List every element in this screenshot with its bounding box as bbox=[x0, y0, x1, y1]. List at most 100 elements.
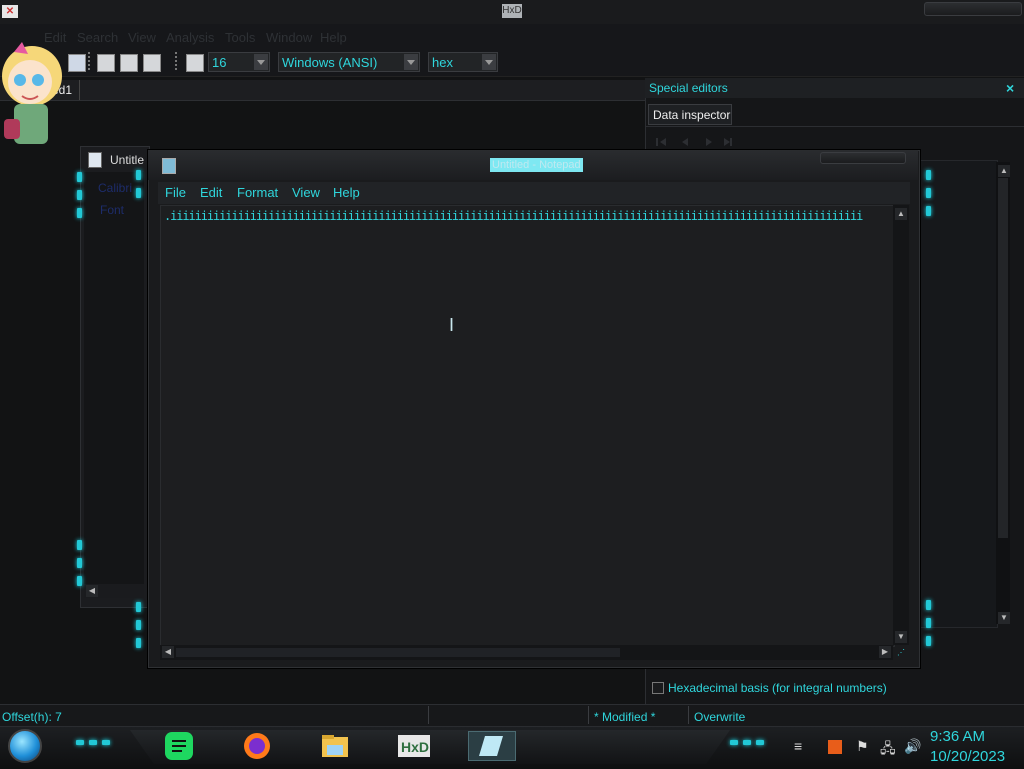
menu-help[interactable]: Help bbox=[333, 185, 360, 200]
notepad-icon[interactable] bbox=[468, 731, 516, 761]
hxd-statusbar bbox=[0, 704, 1024, 727]
volume-icon[interactable]: 🔊 bbox=[904, 738, 921, 755]
notepad-title: Untitled - Notepad bbox=[490, 158, 583, 172]
last-icon bbox=[730, 138, 732, 146]
bytes-per-row-select[interactable]: 16 bbox=[208, 52, 270, 72]
status-offset: Offset(h): 7 bbox=[2, 710, 62, 724]
document-icon bbox=[88, 152, 102, 168]
scroll-down-icon[interactable]: ▼ bbox=[895, 631, 907, 643]
menu-file[interactable]: File bbox=[165, 185, 186, 200]
menu-format[interactable]: Format bbox=[237, 185, 278, 200]
window-controls[interactable] bbox=[924, 2, 1022, 16]
notepad-content: .iiiiiiiiiiiiiiiiiiiiiiiiiiiiiiiiiiiiiii… bbox=[164, 209, 863, 223]
hxd-app-icon[interactable]: ✕ bbox=[2, 5, 18, 18]
tab-data-inspector[interactable]: Data inspector bbox=[648, 104, 732, 125]
taskbar-dock bbox=[130, 730, 730, 764]
menu-analysis[interactable]: Analysis bbox=[166, 30, 214, 45]
firefox-icon[interactable] bbox=[242, 731, 274, 761]
taskbar-glow bbox=[730, 740, 770, 746]
chevron-down-icon bbox=[404, 54, 418, 70]
frame-glow bbox=[926, 600, 931, 610]
bytes-per-row-value: 16 bbox=[212, 55, 227, 70]
background-window-client bbox=[84, 172, 144, 584]
status-mode: Overwrite bbox=[694, 710, 746, 724]
notepad-hscroll-thumb[interactable] bbox=[176, 648, 620, 657]
inspector-scroll-thumb[interactable] bbox=[998, 178, 1008, 538]
clock-time[interactable]: 9:36 AM bbox=[930, 728, 985, 745]
print-icon[interactable] bbox=[143, 54, 161, 72]
notepad-vscroll[interactable] bbox=[893, 205, 909, 645]
scroll-right-icon[interactable]: ▶ bbox=[879, 646, 891, 658]
frame-glow bbox=[926, 636, 931, 646]
toolbar-separator bbox=[88, 52, 90, 72]
font-link[interactable]: Font bbox=[100, 203, 124, 217]
hxd-icon[interactable]: HxD bbox=[398, 731, 430, 761]
chevron-down-icon bbox=[254, 54, 268, 70]
status-modified: * Modified * bbox=[594, 710, 656, 724]
inspector-nav bbox=[656, 138, 732, 146]
frame-glow bbox=[926, 188, 931, 198]
notepad-text-area[interactable] bbox=[160, 205, 895, 647]
spotify-icon[interactable] bbox=[164, 731, 196, 761]
offset-base-select[interactable]: hex bbox=[428, 52, 498, 72]
first-icon bbox=[656, 138, 658, 146]
file-explorer-icon[interactable] bbox=[320, 731, 352, 761]
first-icon bbox=[660, 138, 666, 146]
chevron-down-icon bbox=[482, 54, 496, 70]
frame-glow bbox=[136, 620, 141, 630]
hxd-window-title: HxD bbox=[502, 4, 522, 18]
last-icon bbox=[724, 138, 730, 146]
menu-edit[interactable]: Edit bbox=[200, 185, 222, 200]
resize-grip-icon[interactable]: ⋰ bbox=[897, 648, 907, 658]
frame-glow bbox=[77, 540, 82, 550]
menu-search[interactable]: Search bbox=[77, 30, 118, 45]
notepad-icon[interactable] bbox=[162, 158, 176, 174]
frame-glow bbox=[77, 576, 82, 586]
frame-glow bbox=[77, 172, 82, 182]
frame-glow bbox=[136, 188, 141, 198]
charset-select[interactable]: Windows (ANSI) bbox=[278, 52, 420, 72]
frame-glow bbox=[77, 558, 82, 568]
charset-value: Windows (ANSI) bbox=[282, 55, 378, 70]
menu-view[interactable]: View bbox=[128, 30, 156, 45]
svg-text:HxD: HxD bbox=[401, 739, 429, 755]
clock-date[interactable]: 10/20/2023 bbox=[930, 748, 1005, 765]
copy-icon[interactable] bbox=[97, 54, 115, 72]
notepad-window-controls[interactable] bbox=[820, 152, 906, 164]
previous-icon bbox=[682, 138, 688, 146]
close-icon[interactable]: × bbox=[1006, 80, 1014, 96]
menu-help[interactable]: Help bbox=[320, 30, 347, 45]
frame-glow bbox=[136, 170, 141, 180]
scroll-up-icon[interactable]: ▲ bbox=[998, 165, 1010, 177]
scroll-left-icon[interactable]: ◀ bbox=[86, 585, 98, 597]
flag-icon[interactable]: ⚑ bbox=[856, 738, 869, 755]
taskbar-glow bbox=[76, 740, 116, 746]
frame-glow bbox=[77, 208, 82, 218]
scroll-up-icon[interactable]: ▲ bbox=[895, 208, 907, 220]
status-divider bbox=[588, 706, 589, 724]
scroll-down-icon[interactable]: ▼ bbox=[998, 612, 1010, 624]
hex-basis-label: Hexadecimal basis (for integral numbers) bbox=[668, 681, 887, 695]
frame-glow bbox=[136, 602, 141, 612]
start-orb-icon[interactable] bbox=[8, 729, 42, 763]
frame-glow bbox=[926, 170, 931, 180]
tray-expand-icon[interactable]: ≡ bbox=[794, 738, 802, 754]
menu-view[interactable]: View bbox=[292, 185, 320, 200]
frame-glow bbox=[926, 206, 931, 216]
paste-icon[interactable] bbox=[120, 54, 138, 72]
frame-glow bbox=[136, 638, 141, 648]
toolbar-separator bbox=[175, 52, 177, 72]
menu-window[interactable]: Window bbox=[266, 30, 312, 45]
mascot-sticker bbox=[2, 42, 62, 144]
network-icon[interactable]: 🖧 bbox=[880, 738, 896, 762]
menu-tools[interactable]: Tools bbox=[225, 30, 255, 45]
special-editors-title: Special editors bbox=[649, 81, 728, 95]
frame-glow bbox=[926, 618, 931, 628]
document-tabbar bbox=[0, 80, 645, 101]
bytes-per-row-icon bbox=[186, 54, 204, 72]
save-icon[interactable] bbox=[68, 54, 86, 72]
scroll-left-icon[interactable]: ◀ bbox=[162, 646, 174, 658]
tray-app-icon[interactable] bbox=[828, 740, 842, 754]
hex-basis-checkbox[interactable] bbox=[652, 682, 664, 694]
font-name-link[interactable]: Calibri bbox=[98, 181, 132, 195]
